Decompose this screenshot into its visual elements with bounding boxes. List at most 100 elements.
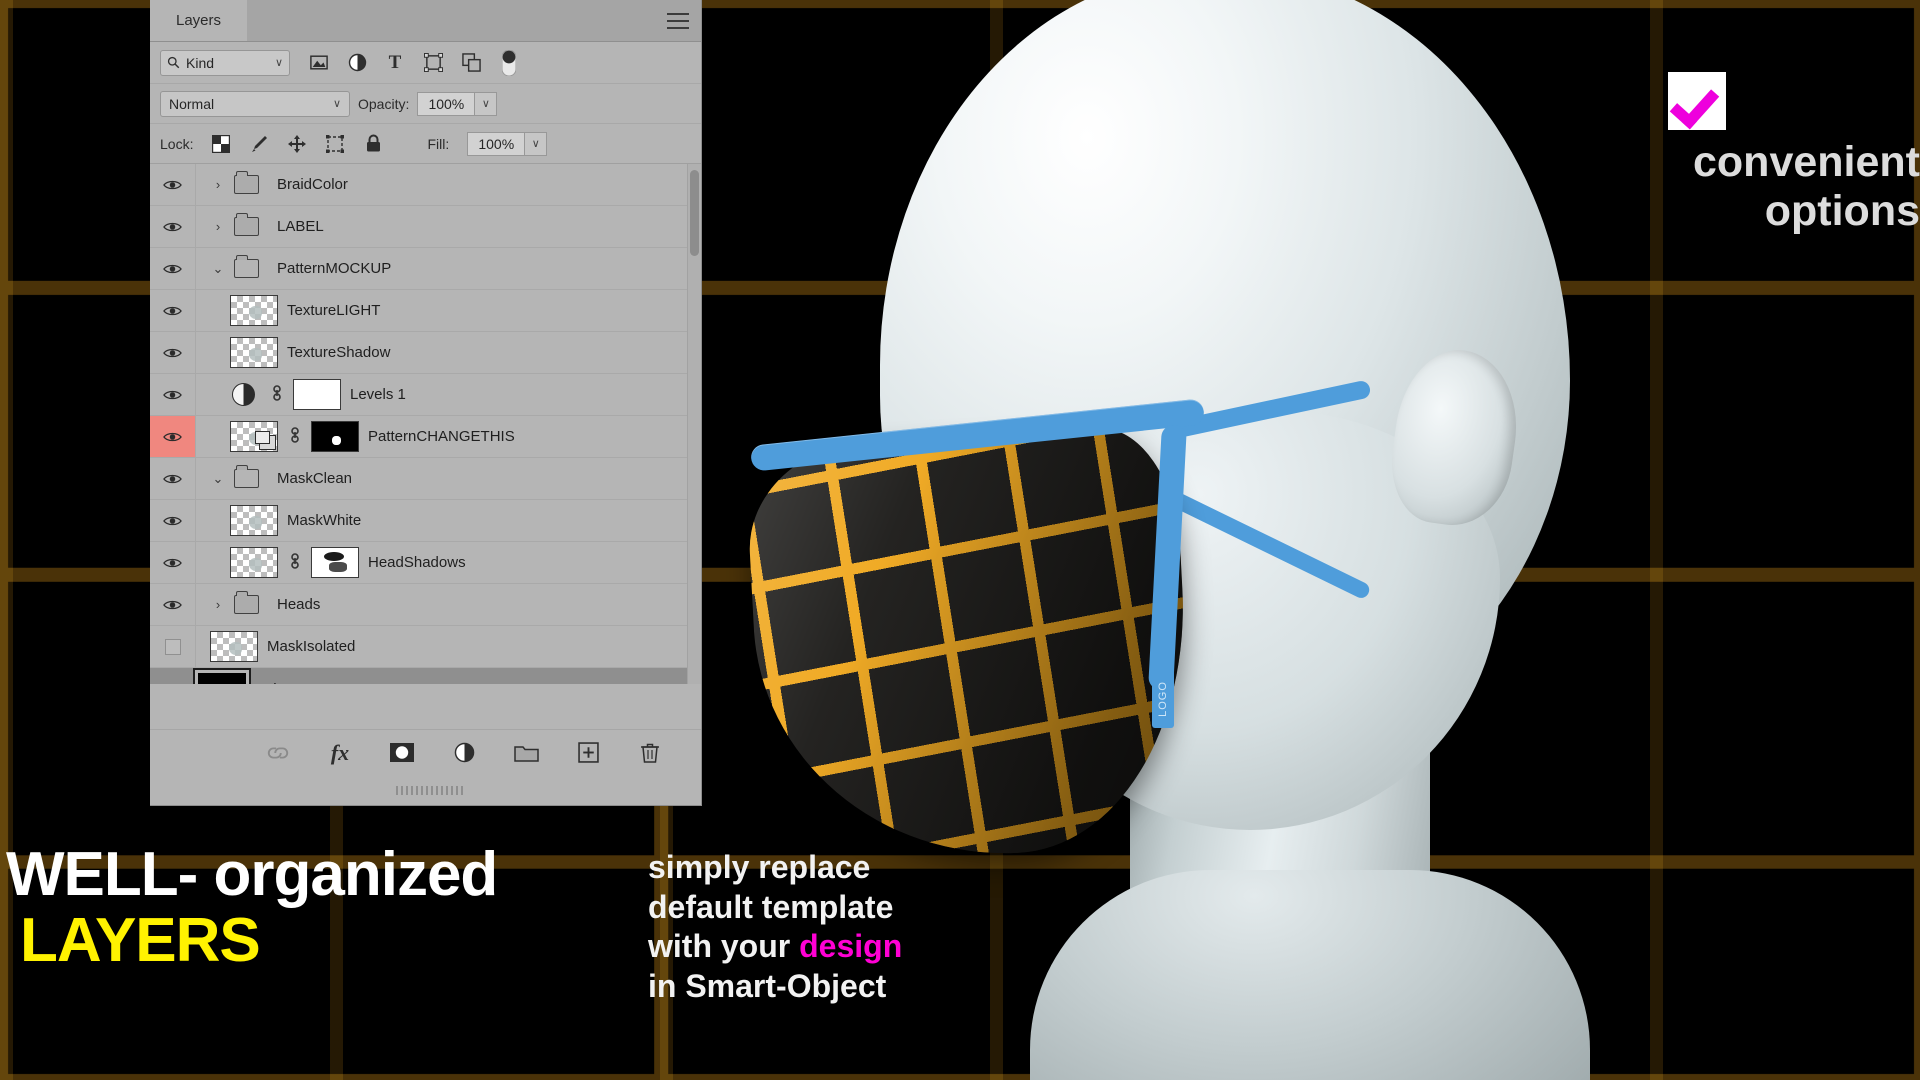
smart-object-filter-icon[interactable] — [460, 52, 482, 74]
layer-mask-link-icon[interactable] — [287, 425, 303, 449]
layer-visibility-toggle[interactable] — [150, 542, 196, 583]
layer-name[interactable]: HeadShadows — [368, 554, 466, 571]
pixel-layer-filter-icon[interactable] — [308, 52, 330, 74]
lock-row: Lock: Fill: 100% ∨ — [150, 124, 701, 164]
layer-row-headshadows[interactable]: HeadShadows — [150, 542, 701, 584]
layer-rows-container: › BraidColor › LABEL ⌄ PatternMOCKUP TextureLI… — [150, 164, 701, 684]
chevron-down-icon[interactable]: ∨ — [333, 97, 341, 110]
blend-mode-select[interactable]: Normal ∨ — [160, 90, 350, 117]
layer-visibility-toggle[interactable] — [150, 290, 196, 331]
layer-list[interactable]: › BraidColor › LABEL ⌄ PatternMOCKUP TextureLI… — [150, 164, 701, 684]
instruction-line-1: simply replace — [648, 849, 871, 885]
shape-layer-filter-icon[interactable] — [422, 52, 444, 74]
layer-visibility-toggle[interactable] — [150, 332, 196, 373]
adjustment-layer-icon[interactable] — [232, 383, 255, 406]
layer-name[interactable]: TextureLIGHT — [287, 302, 380, 319]
delete-layer-icon[interactable] — [637, 740, 663, 766]
layer-visibility-toggle[interactable] — [150, 374, 196, 415]
layer-name[interactable]: PatternMOCKUP — [277, 260, 391, 277]
fill-input[interactable]: 100% — [467, 131, 526, 156]
layer-row-texturelight[interactable]: TextureLIGHT — [150, 290, 701, 332]
new-layer-icon[interactable] — [575, 740, 601, 766]
layer-name[interactable]: Layer — [273, 680, 311, 684]
opacity-chevron-down-icon[interactable]: ∨ — [475, 91, 498, 116]
layer-thumbnail[interactable] — [230, 337, 278, 368]
layer-visibility-toggle[interactable] — [150, 584, 196, 625]
layer-name[interactable]: LABEL — [277, 218, 324, 235]
chevron-right-icon[interactable]: › — [208, 597, 228, 612]
layer-name[interactable]: MaskWhite — [287, 512, 361, 529]
opacity-stepper[interactable]: 100% ∨ — [417, 91, 498, 116]
layer-visibility-toggle[interactable] — [150, 626, 196, 667]
layer-row-heads[interactable]: › Heads — [150, 584, 701, 626]
layer-thumbnail[interactable] — [210, 631, 258, 662]
convenient-line-2: options — [1764, 186, 1920, 235]
tab-layers[interactable]: Layers — [150, 0, 248, 41]
chevron-down-icon[interactable]: ⌄ — [208, 261, 228, 277]
opacity-input[interactable]: 100% — [417, 91, 476, 116]
layer-thumbnail[interactable] — [198, 673, 246, 684]
lock-image-pixels-brush-icon[interactable] — [249, 134, 269, 154]
layer-visibility-toggle[interactable] — [150, 668, 196, 684]
layer-style-fx-icon[interactable]: fx — [327, 740, 353, 766]
layer-thumbnail[interactable] — [230, 505, 278, 536]
hamburger-menu-icon[interactable] — [667, 13, 689, 29]
layer-name[interactable]: MaskIsolated — [267, 638, 355, 655]
layer-row-label[interactable]: › LABEL — [150, 206, 701, 248]
layer-row-maskisolated[interactable]: MaskIsolated — [150, 626, 701, 668]
layer-thumbnail[interactable] — [230, 547, 278, 578]
lock-label: Lock: — [160, 135, 194, 152]
type-layer-filter-icon[interactable]: T — [384, 52, 406, 74]
lock-position-move-icon[interactable] — [287, 134, 307, 154]
layer-name[interactable]: BraidColor — [277, 176, 348, 193]
layer-row-maskclean[interactable]: ⌄ MaskClean — [150, 458, 701, 500]
layer-row-levels-1[interactable]: Levels 1 — [150, 374, 701, 416]
add-layer-mask-icon[interactable] — [389, 740, 415, 766]
filter-toggle-switch-icon[interactable] — [498, 49, 520, 76]
folder-icon — [234, 465, 259, 488]
chevron-right-icon[interactable]: › — [208, 177, 228, 192]
fill-stepper[interactable]: 100% ∨ — [467, 131, 548, 156]
lock-transparent-pixels-icon[interactable] — [211, 134, 231, 154]
filter-kind-select[interactable]: Kind ∨ — [160, 49, 290, 76]
eye-off-icon[interactable] — [164, 638, 181, 655]
layer-thumbnail[interactable] — [230, 421, 278, 452]
adjustment-layer-filter-icon[interactable] — [346, 52, 368, 74]
layer-name[interactable]: MaskClean — [277, 470, 352, 487]
layer-row-patternmockup[interactable]: ⌄ PatternMOCKUP — [150, 248, 701, 290]
layer-list-scrollbar-thumb[interactable] — [690, 170, 699, 256]
layer-visibility-toggle[interactable] — [150, 164, 196, 205]
layer-row-layer[interactable]: Layer — [150, 668, 701, 684]
chevron-down-icon[interactable]: ∨ — [275, 56, 283, 69]
layer-mask-thumbnail[interactable] — [311, 421, 359, 452]
layer-mask-link-icon[interactable] — [287, 551, 303, 575]
layer-mask-link-icon[interactable] — [269, 383, 285, 407]
fill-chevron-down-icon[interactable]: ∨ — [525, 131, 548, 156]
lock-artboard-nesting-icon[interactable] — [325, 134, 345, 154]
new-group-icon[interactable] — [513, 740, 539, 766]
layer-name[interactable]: PatternCHANGETHIS — [368, 428, 515, 445]
layer-name[interactable]: Levels 1 — [350, 386, 406, 403]
layer-row-textureshadow[interactable]: TextureShadow — [150, 332, 701, 374]
layer-visibility-toggle[interactable] — [150, 500, 196, 541]
layer-mask-thumbnail[interactable] — [311, 547, 359, 578]
layer-visibility-toggle[interactable] — [150, 458, 196, 499]
layer-row-braidcolor[interactable]: › BraidColor — [150, 164, 701, 206]
layer-name[interactable]: TextureShadow — [287, 344, 390, 361]
chevron-right-icon[interactable]: › — [208, 219, 228, 234]
layer-list-scrollbar[interactable] — [687, 164, 701, 684]
layer-row-maskwhite[interactable]: MaskWhite — [150, 500, 701, 542]
link-layers-icon[interactable] — [265, 740, 291, 766]
lock-all-padlock-icon[interactable] — [363, 134, 383, 154]
layer-visibility-toggle[interactable] — [150, 206, 196, 247]
new-adjustment-layer-icon[interactable] — [451, 740, 477, 766]
layer-row-patternchangethis[interactable]: PatternCHANGETHIS — [150, 416, 701, 458]
layer-visibility-toggle[interactable] — [150, 248, 196, 289]
layers-panel[interactable]: Layers Kind ∨ T Normal ∨ Opacity: 100% ∨… — [150, 0, 702, 806]
layer-mask-thumbnail[interactable] — [293, 379, 341, 410]
layer-thumbnail[interactable] — [230, 295, 278, 326]
chevron-down-icon[interactable]: ⌄ — [208, 471, 228, 487]
layer-name[interactable]: Heads — [277, 596, 320, 613]
panel-resize-grip[interactable] — [396, 786, 466, 795]
layer-visibility-toggle[interactable] — [150, 416, 196, 457]
